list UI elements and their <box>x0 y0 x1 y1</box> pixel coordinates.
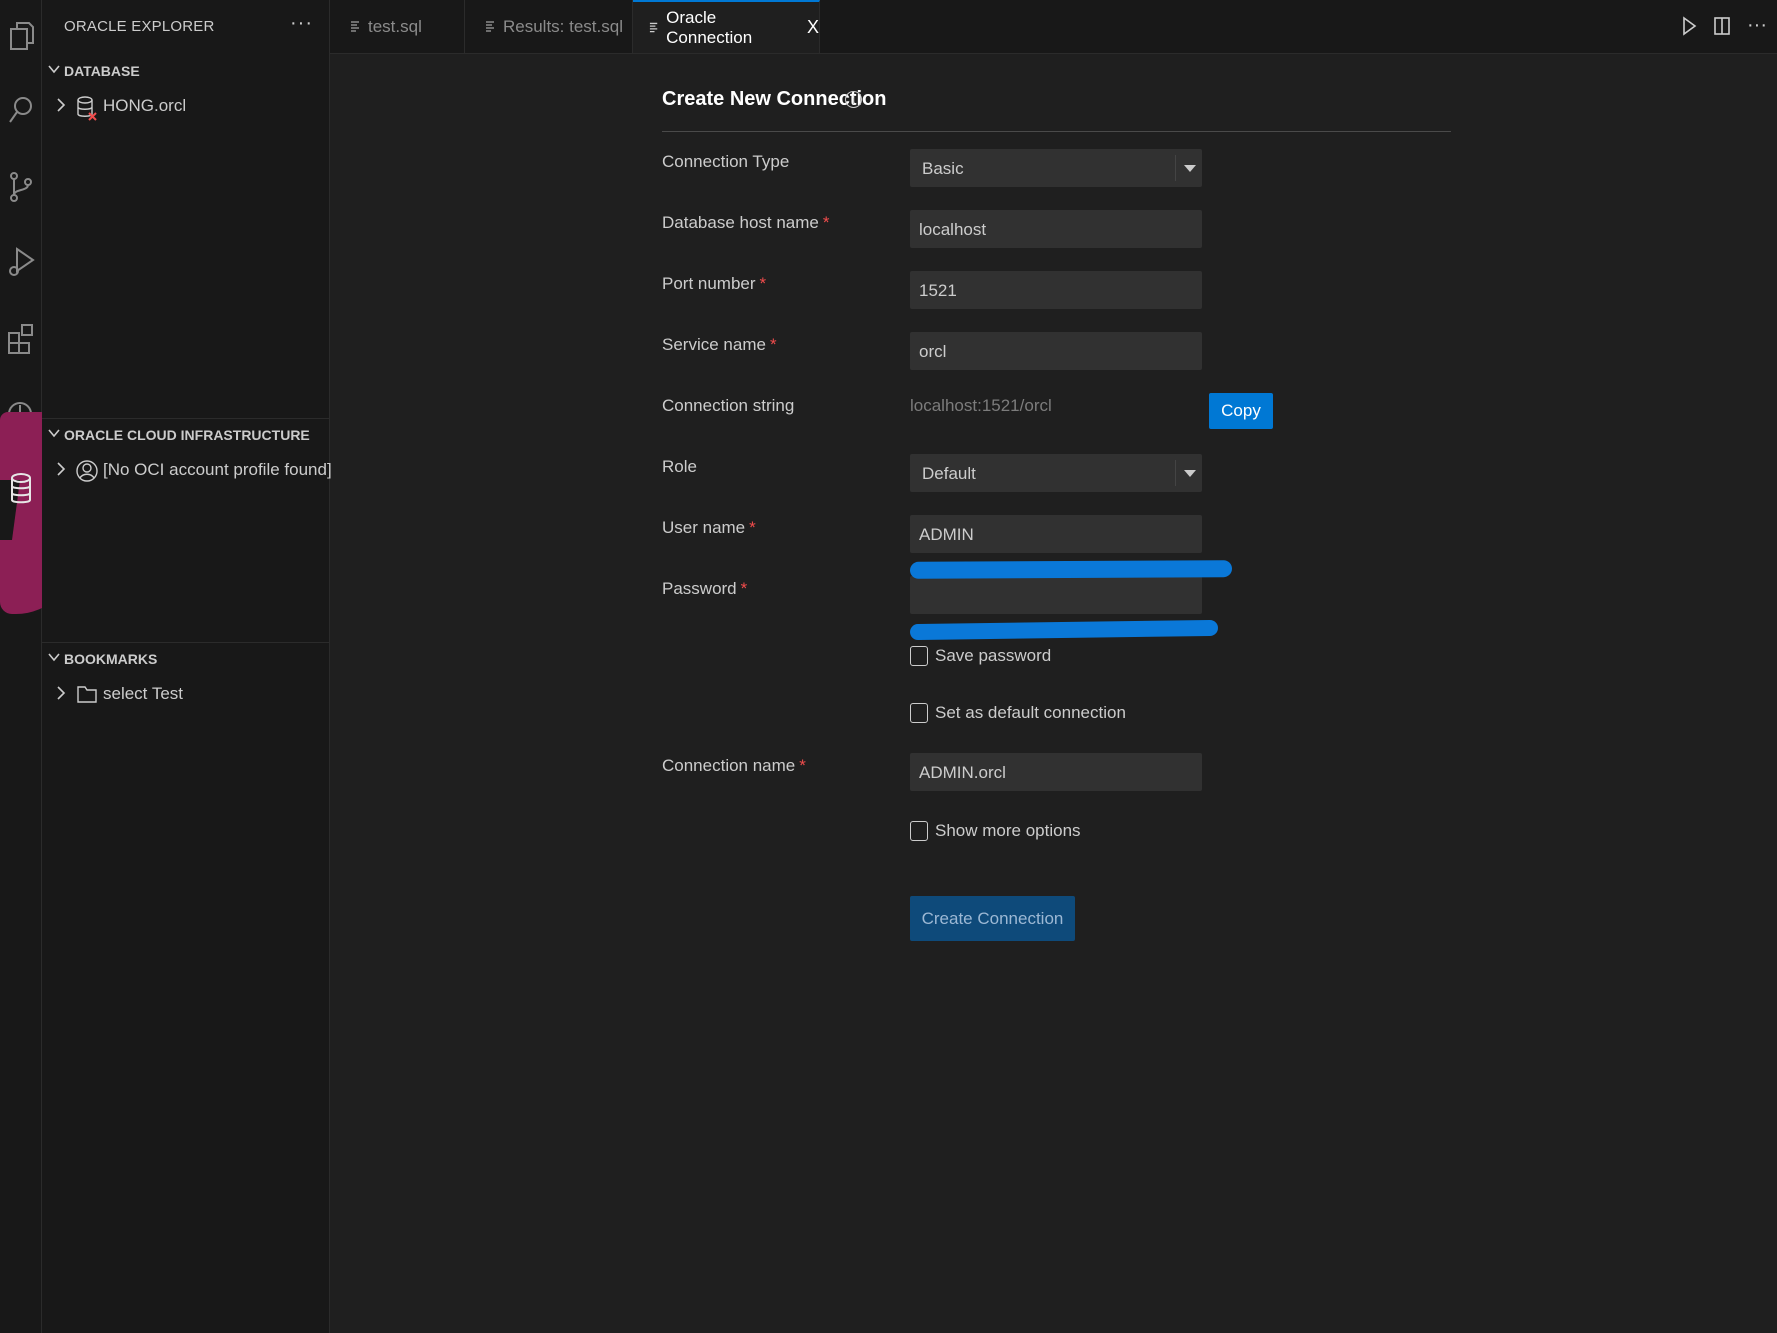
service-label: Service name * <box>662 335 777 354</box>
document-icon <box>649 22 658 32</box>
chevron-down-icon <box>1175 460 1202 486</box>
host-label: Database host name * <box>662 213 830 232</box>
section-oci-label: ORACLE CLOUD INFRASTRUCTURE <box>64 427 310 443</box>
required-mark: * <box>740 579 748 598</box>
service-input[interactable]: orcl <box>910 332 1202 370</box>
tab-oracle-connection[interactable]: Oracle Connection X <box>633 0 820 53</box>
tree-item-bookmark[interactable]: select Test <box>42 680 329 708</box>
create-connection-button[interactable]: Create Connection <box>910 896 1075 941</box>
section-divider <box>42 642 329 643</box>
tab-results[interactable]: Results: test.sql <box>465 0 633 53</box>
chevron-down-icon <box>1175 155 1202 181</box>
required-mark: * <box>749 518 756 537</box>
close-tab-icon[interactable]: X <box>807 17 819 38</box>
role-label: Role <box>662 457 697 476</box>
explorer-files-icon[interactable] <box>0 14 41 58</box>
section-bookmarks-header[interactable]: BOOKMARKS <box>42 646 329 672</box>
run-icon[interactable] <box>1681 15 1697 36</box>
connection-type-select[interactable]: Basic <box>910 149 1202 187</box>
source-control-icon[interactable] <box>0 165 41 209</box>
save-password-checkbox[interactable] <box>910 646 928 666</box>
info-icon[interactable]: i <box>845 91 862 108</box>
host-input[interactable]: localhost <box>910 210 1202 248</box>
required-mark: * <box>822 213 830 232</box>
tree-item-oci-profile[interactable]: [No OCI account profile found] <box>42 456 332 484</box>
chevron-down-icon <box>48 429 60 438</box>
extensions-icon[interactable] <box>0 316 41 360</box>
port-input[interactable]: 1521 <box>910 271 1202 309</box>
document-icon <box>351 20 359 32</box>
folder-icon <box>77 686 97 703</box>
copy-button[interactable]: Copy <box>1209 393 1273 429</box>
required-mark: * <box>769 335 777 354</box>
redaction-scribble <box>909 619 1219 641</box>
default-connection-checkbox[interactable] <box>910 703 928 723</box>
section-database-label: DATABASE <box>64 63 140 79</box>
chevron-right-icon <box>57 686 66 700</box>
connection-name-input[interactable]: ADMIN.orcl <box>910 753 1202 791</box>
title-divider <box>662 131 1451 132</box>
required-mark: * <box>759 274 767 293</box>
connection-string-value: localhost:1521/orcl <box>910 396 1052 415</box>
section-oci-header[interactable]: ORACLE CLOUD INFRASTRUCTURE <box>42 422 329 448</box>
bookmark-label: select Test <box>103 684 184 703</box>
port-label: Port number * <box>662 274 767 293</box>
default-connection-label: Set as default connection <box>935 703 1126 722</box>
chevron-right-icon <box>57 98 66 112</box>
more-options-label: Show more options <box>935 821 1081 840</box>
explorer-sidebar: ORACLE EXPLORER ··· DATABASE HONG.orcl O… <box>42 0 332 1333</box>
role-select[interactable]: Default <box>910 454 1202 492</box>
port-value: 1521 <box>919 281 957 300</box>
database-icon[interactable] <box>0 468 41 512</box>
username-input[interactable]: ADMIN <box>910 515 1202 553</box>
service-value: orcl <box>919 342 947 361</box>
username-label: User name * <box>662 518 756 537</box>
editor-actions: ··· <box>1681 14 1767 37</box>
editor-tab-bar: test.sql Results: test.sql Oracle Connec… <box>330 0 1777 54</box>
required-mark: * <box>799 756 806 775</box>
redaction-scribble <box>909 560 1233 579</box>
connection-type-label: Connection Type <box>662 152 790 171</box>
section-divider <box>42 418 329 419</box>
section-bookmarks-label: BOOKMARKS <box>64 651 158 667</box>
connection-name-value: ADMIN.orcl <box>919 763 1006 782</box>
database-error-icon <box>77 96 97 121</box>
connection-type-value: Basic <box>922 159 964 178</box>
save-password-label: Save password <box>935 646 1052 665</box>
account-icon <box>76 460 98 482</box>
connection-label: HONG.orcl <box>103 96 187 115</box>
run-debug-icon[interactable] <box>0 240 41 284</box>
host-value: localhost <box>919 220 987 239</box>
sidebar-title: ORACLE EXPLORER <box>64 18 215 35</box>
tab-label: Oracle Connection <box>666 7 753 47</box>
password-input[interactable] <box>910 576 1202 614</box>
username-value: ADMIN <box>919 525 974 544</box>
section-database-header[interactable]: DATABASE <box>42 58 329 84</box>
connection-string-label: Connection string <box>662 396 795 415</box>
chevron-down-icon <box>48 65 60 74</box>
chevron-down-icon <box>48 653 60 662</box>
password-label: Password * <box>662 579 748 598</box>
chevron-right-icon <box>57 462 66 476</box>
split-editor-icon[interactable] <box>1713 16 1731 36</box>
tab-test-sql[interactable]: test.sql <box>330 0 465 53</box>
oci-profile-label: [No OCI account profile found] <box>103 460 332 479</box>
more-actions-icon[interactable]: ··· <box>1747 14 1767 37</box>
tree-item-connection[interactable]: HONG.orcl <box>42 92 329 121</box>
more-actions-icon[interactable]: ··· <box>290 12 313 35</box>
tab-label: Results: test.sql <box>503 16 623 36</box>
role-value: Default <box>922 464 976 483</box>
document-icon <box>486 20 494 32</box>
search-icon[interactable] <box>0 88 41 132</box>
more-options-checkbox[interactable] <box>910 821 928 841</box>
activity-bar <box>0 0 76 1333</box>
connection-name-label: Connection name * <box>662 756 806 775</box>
tab-label: test.sql <box>368 16 422 36</box>
